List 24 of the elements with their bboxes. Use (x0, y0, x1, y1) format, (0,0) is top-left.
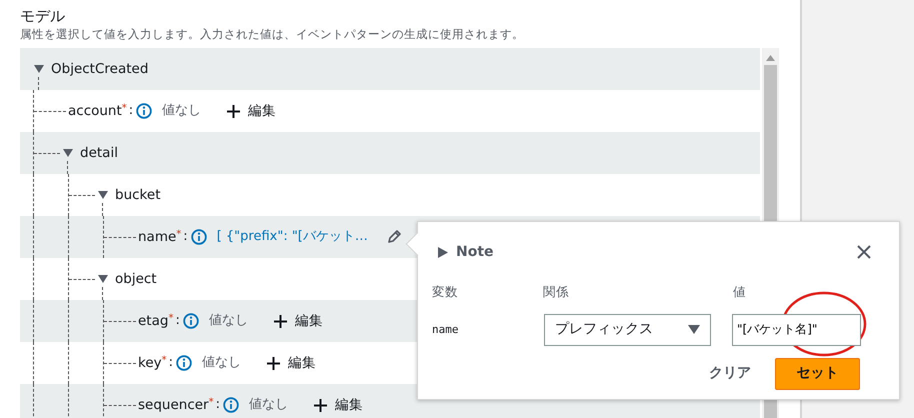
separator: : (128, 102, 134, 120)
column-header: 変数 (432, 283, 459, 301)
attribute-label: sequencer* (138, 396, 214, 415)
node-label: object (115, 270, 157, 289)
column-header: 値 (733, 283, 746, 301)
node-label: bucket (115, 186, 160, 205)
column-header: 関係 (543, 283, 570, 301)
node-label: detail (80, 144, 118, 163)
value-text: 値なし (249, 396, 288, 414)
section-title: モデル (20, 6, 66, 26)
value-text: 値なし (208, 312, 248, 330)
attribute-label: etag* (138, 312, 174, 331)
attribute-label: name* (138, 228, 182, 247)
node-label: ObjectCreated (51, 60, 148, 79)
value-text: 値なし (202, 354, 242, 372)
attribute-label: account* (68, 102, 127, 121)
separator: : (216, 396, 220, 414)
separator: : (175, 312, 180, 330)
separator: : (183, 228, 188, 246)
separator: : (168, 354, 174, 372)
variable-name: name (432, 322, 460, 338)
section-description: 属性を選択して値を入力します。入力された値は、イベントパターンの生成に使用されます。 (20, 26, 525, 42)
value-text: 値なし (162, 102, 202, 120)
attribute-label: key* (138, 354, 167, 373)
